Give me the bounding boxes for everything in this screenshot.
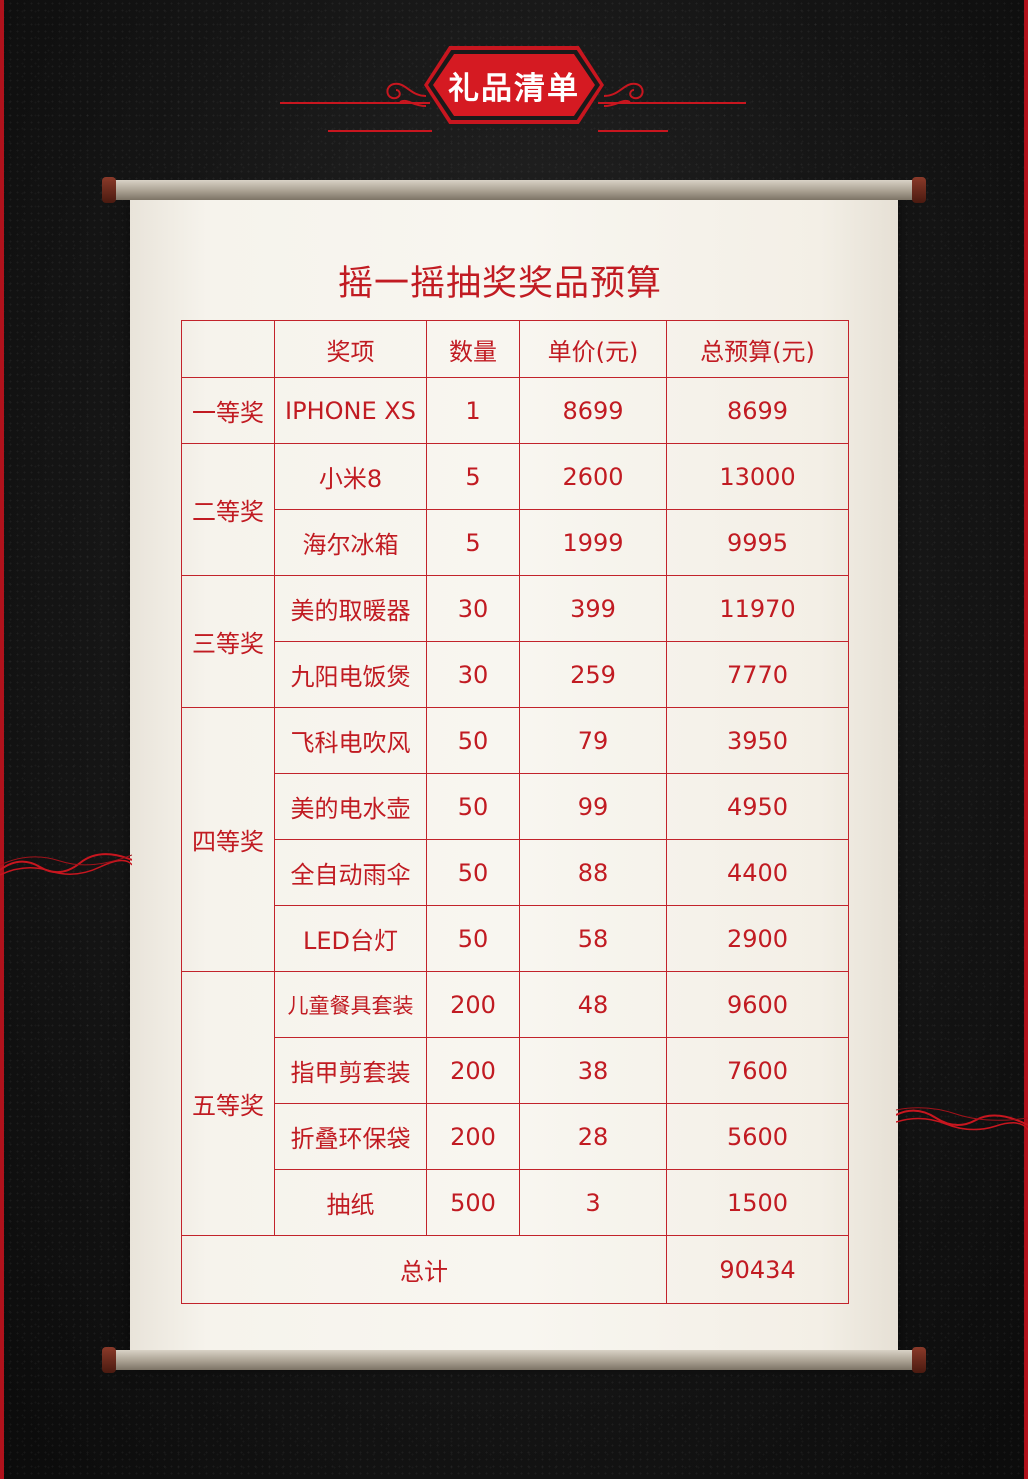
red-wave-left-icon	[0, 853, 132, 876]
grand-total: 90434	[666, 1235, 849, 1304]
header-cell-qty: 数量	[426, 320, 520, 378]
item-name: 折叠环保袋	[274, 1103, 427, 1170]
item-unit-price: 1999	[519, 509, 667, 576]
item-name: 海尔冰箱	[274, 509, 427, 576]
header-cell-total: 总预算(元)	[666, 320, 849, 378]
badge-inner: 礼品清单	[433, 54, 595, 116]
item-total: 9995	[666, 509, 849, 576]
item-name: LED台灯	[274, 905, 427, 972]
item-unit-price: 58	[519, 905, 667, 972]
item-name: 美的取暖器	[274, 575, 427, 642]
header-cell-blank	[181, 320, 275, 378]
item-unit-price: 99	[519, 773, 667, 840]
item-name: 小米8	[274, 443, 427, 510]
item-name: IPHONE XS	[274, 377, 427, 444]
badge-line-right-2	[598, 130, 668, 132]
item-unit-price: 259	[519, 641, 667, 708]
scroll-rod-bottom	[102, 1347, 926, 1373]
table-row: 折叠环保袋 200 28 5600	[182, 1103, 849, 1170]
header-cell-prize: 奖项	[274, 320, 427, 378]
table-row: 三等奖 美的取暖器 30 399 11970	[181, 575, 849, 708]
item-qty: 200	[426, 1037, 520, 1104]
item-qty: 30	[426, 641, 520, 708]
item-qty: 50	[426, 839, 520, 906]
item-qty: 1	[426, 377, 520, 444]
item-name: 美的电水壶	[274, 773, 427, 840]
badge-line-left-2	[328, 130, 432, 132]
item-qty: 5	[426, 443, 520, 510]
item-name: 飞科电吹风	[274, 707, 427, 774]
item-total: 1500	[666, 1169, 849, 1236]
item-qty: 50	[426, 707, 520, 774]
badge-title: 礼品清单	[448, 70, 580, 107]
item-unit-price: 3	[519, 1169, 667, 1236]
document-title: 摇一摇抽奖奖品预算	[337, 264, 662, 304]
item-unit-price: 38	[519, 1037, 667, 1104]
cloud-ornament-left-icon	[386, 82, 427, 107]
item-name: 指甲剪套装	[274, 1037, 427, 1104]
item-unit-price: 399	[519, 575, 667, 642]
item-qty: 200	[426, 1103, 520, 1170]
header-cell-unit-price: 单价(元)	[519, 320, 667, 378]
left-red-edge	[0, 0, 4, 1479]
item-qty: 200	[426, 971, 520, 1038]
table-header-row: 奖项 数量 单价(元) 总预算(元)	[181, 320, 849, 378]
tier-cell: 五等奖	[181, 971, 275, 1236]
item-total: 9600	[666, 971, 849, 1038]
cloud-ornament-right-icon	[603, 82, 644, 107]
item-total: 5600	[666, 1103, 849, 1170]
tier-cell: 三等奖	[181, 575, 275, 708]
table-row: 美的电水壶 50 99 4950	[182, 773, 849, 840]
tier-cell: 四等奖	[181, 707, 275, 972]
table-row: 全自动雨伞 50 88 4400	[182, 839, 849, 906]
item-name: 抽纸	[274, 1169, 427, 1236]
item-total: 11970	[666, 575, 849, 642]
item-total: 2900	[666, 905, 849, 972]
table-row: 抽纸 500 3 1500	[182, 1169, 849, 1236]
item-unit-price: 88	[519, 839, 667, 906]
total-label: 总计	[181, 1235, 667, 1304]
table-row: 四等奖 飞科电吹风 50 79 3950	[181, 707, 849, 972]
table-row: 一等奖 IPHONE XS 1 8699 8699	[181, 377, 849, 444]
item-name: 儿童餐具套装	[274, 971, 427, 1038]
total-row: 总计 90434	[181, 1235, 849, 1304]
item-name: 九阳电饭煲	[274, 641, 427, 708]
rod-cap-left-bottom	[102, 1347, 116, 1373]
item-total: 4400	[666, 839, 849, 906]
item-total: 4950	[666, 773, 849, 840]
item-total: 3950	[666, 707, 849, 774]
item-total: 8699	[666, 377, 849, 444]
item-name: 全自动雨伞	[274, 839, 427, 906]
item-unit-price: 8699	[519, 377, 667, 444]
item-unit-price: 48	[519, 971, 667, 1038]
red-wave-right-icon	[896, 1107, 1028, 1131]
rod-cap-left-top	[102, 177, 116, 203]
rod-cap-right-top	[912, 177, 926, 203]
item-qty: 30	[426, 575, 520, 642]
tier-cell: 一等奖	[181, 377, 275, 444]
item-qty: 500	[426, 1169, 520, 1236]
item-total: 7600	[666, 1037, 849, 1104]
rod-cap-right-bottom	[912, 1347, 926, 1373]
item-qty: 5	[426, 509, 520, 576]
table-row: 九阳电饭煲 30 259 7770	[182, 641, 849, 708]
item-unit-price: 2600	[519, 443, 667, 510]
tier-cell: 二等奖	[181, 443, 275, 576]
right-red-edge	[1024, 0, 1028, 1479]
scroll-rod-top	[102, 177, 926, 203]
table-row: 海尔冰箱 5 1999 9995	[182, 509, 849, 576]
table-row: 二等奖 小米8 5 2600 13000	[181, 443, 849, 576]
item-total: 13000	[666, 443, 849, 510]
item-unit-price: 79	[519, 707, 667, 774]
item-total: 7770	[666, 641, 849, 708]
item-unit-price: 28	[519, 1103, 667, 1170]
table-row: 五等奖 儿童餐具套装 200 48 9600	[181, 971, 849, 1236]
table-row: LED台灯 50 58 2900	[182, 905, 849, 972]
item-qty: 50	[426, 905, 520, 972]
item-qty: 50	[426, 773, 520, 840]
prize-budget-table: 奖项 数量 单价(元) 总预算(元) 一等奖 IPHONE XS 1 8699 …	[181, 320, 849, 1304]
table-row: 指甲剪套装 200 38 7600	[182, 1037, 849, 1104]
header-badge: 礼品清单	[280, 40, 750, 140]
